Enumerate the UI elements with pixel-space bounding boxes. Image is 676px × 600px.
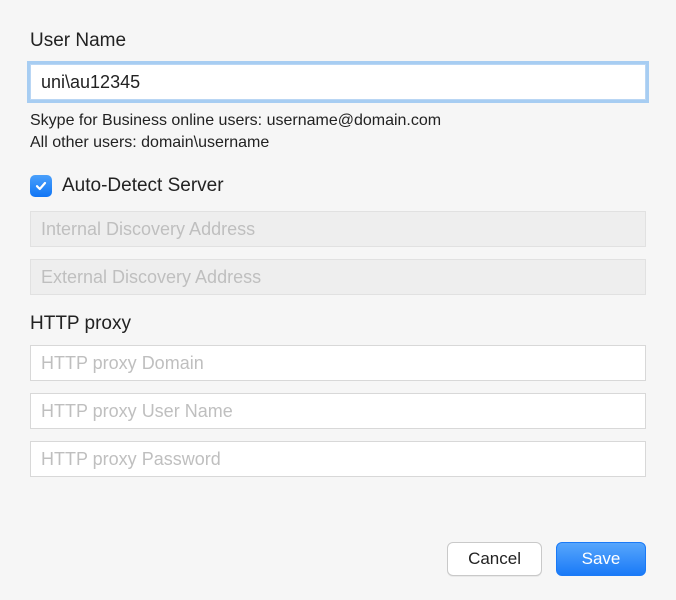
username-input[interactable] bbox=[30, 64, 646, 100]
checkmark-icon bbox=[34, 179, 48, 193]
username-label: User Name bbox=[30, 30, 646, 52]
auto-detect-label: Auto-Detect Server bbox=[62, 175, 224, 197]
proxy-password-input[interactable] bbox=[30, 441, 646, 477]
username-help-line1: Skype for Business online users: usernam… bbox=[30, 110, 646, 132]
internal-discovery-input[interactable] bbox=[30, 211, 646, 247]
proxy-username-input[interactable] bbox=[30, 393, 646, 429]
dialog-buttons: Cancel Save bbox=[30, 524, 646, 576]
cancel-button[interactable]: Cancel bbox=[447, 542, 542, 576]
auto-detect-checkbox[interactable] bbox=[30, 175, 52, 197]
proxy-domain-input[interactable] bbox=[30, 345, 646, 381]
username-help-line2: All other users: domain\username bbox=[30, 132, 646, 154]
username-help: Skype for Business online users: usernam… bbox=[30, 110, 646, 153]
save-button[interactable]: Save bbox=[556, 542, 646, 576]
http-proxy-label: HTTP proxy bbox=[30, 313, 646, 335]
auto-detect-row[interactable]: Auto-Detect Server bbox=[30, 175, 646, 197]
external-discovery-input[interactable] bbox=[30, 259, 646, 295]
